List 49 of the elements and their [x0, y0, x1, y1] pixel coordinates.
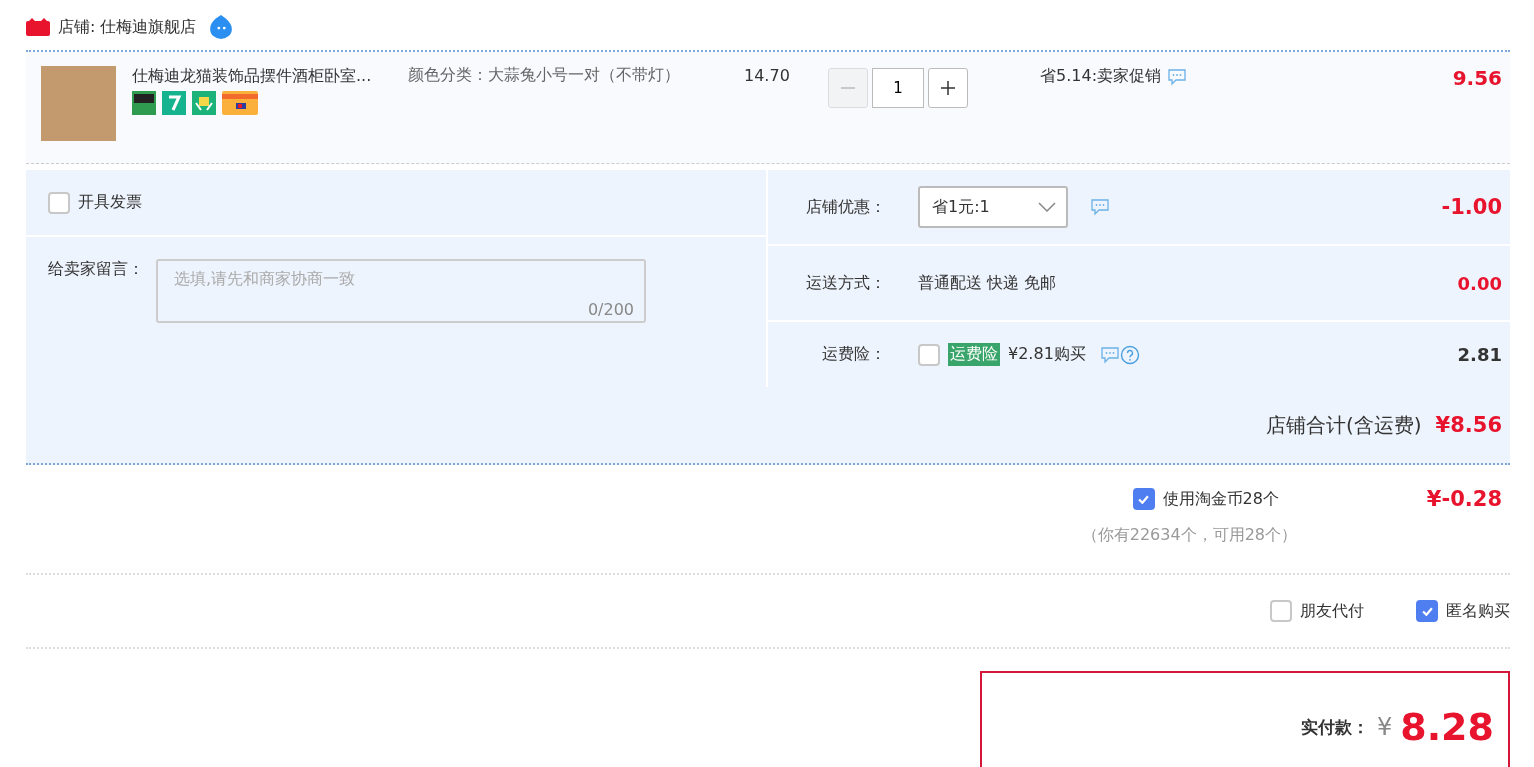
item-total: 9.56: [1452, 66, 1502, 90]
shipping-label: 运送方式：: [805, 272, 886, 294]
chevron-down-icon: [1038, 202, 1056, 212]
option-checkbox[interactable]: [1270, 600, 1292, 622]
quantity-field[interactable]: 1: [872, 68, 924, 108]
promo-text: 省5.14:卖家促销: [1040, 66, 1161, 87]
coins-checkbox[interactable]: [1132, 488, 1155, 510]
payment-label: 实付款：: [1300, 715, 1369, 739]
increase-button[interactable]: [928, 68, 968, 108]
check-icon: [1421, 606, 1433, 616]
comment-icon[interactable]: [1090, 198, 1110, 216]
option-label: 朋友代付: [1300, 600, 1364, 622]
insurance-label: 运费险：: [821, 344, 886, 365]
character-counter: 0/200: [587, 300, 634, 319]
option-checkbox[interactable]: [1416, 600, 1438, 622]
message-label: 给卖家留言：: [48, 259, 145, 280]
item-spec: 颜色分类：大蒜兔小号一对（不带灯）: [408, 64, 681, 86]
invoice-label: 开具发票: [78, 192, 142, 213]
shipping-amount: 0.00: [1457, 272, 1502, 294]
insurance-tag: 运费险: [948, 343, 1000, 366]
discount-label: 店铺优惠：: [805, 196, 886, 218]
decrease-button[interactable]: [828, 68, 868, 108]
store-total-label: 店铺合计(含运费): [1265, 411, 1422, 439]
store-total-amount: ¥8.56: [1435, 413, 1502, 437]
check-icon: [1138, 494, 1149, 504]
option-label: 匿名购买: [1446, 600, 1510, 622]
insurance-checkbox[interactable]: [918, 343, 940, 366]
discount-dropdown[interactable]: 省1元:1: [918, 186, 1068, 228]
coins-amount: ¥-0.28: [1426, 487, 1502, 511]
comment-icon[interactable]: [1167, 67, 1187, 86]
help-icon[interactable]: [1119, 344, 1140, 365]
currency-sign: ¥: [1376, 713, 1393, 741]
discount-amount: -1.00: [1441, 195, 1502, 219]
plus-icon: [940, 80, 956, 96]
coins-label: 使用淘金币28个: [1162, 488, 1279, 510]
payment-amount: 8.28: [1400, 705, 1494, 749]
seven-badge-icon: [162, 91, 186, 115]
invoice-checkbox[interactable]: [48, 191, 70, 214]
bag-badge-icon: [192, 91, 216, 115]
store-name[interactable]: 店铺: 仕梅迪旗舰店: [58, 16, 197, 38]
insurance-price: ¥2.81购买: [1008, 344, 1086, 365]
insurance-amount: 2.81: [1457, 344, 1502, 365]
unit-price: 14.70: [743, 66, 791, 85]
coins-note: （你有22634个，可用28个）: [1081, 525, 1297, 546]
item-title[interactable]: 仕梅迪龙猫装饰品摆件酒柜卧室...: [132, 66, 408, 87]
minus-icon: [840, 87, 856, 89]
comment-icon[interactable]: [1099, 345, 1120, 364]
shipping-method: 普通配送 快递 免邮: [918, 272, 1057, 294]
card-badge-icon: [222, 91, 258, 115]
